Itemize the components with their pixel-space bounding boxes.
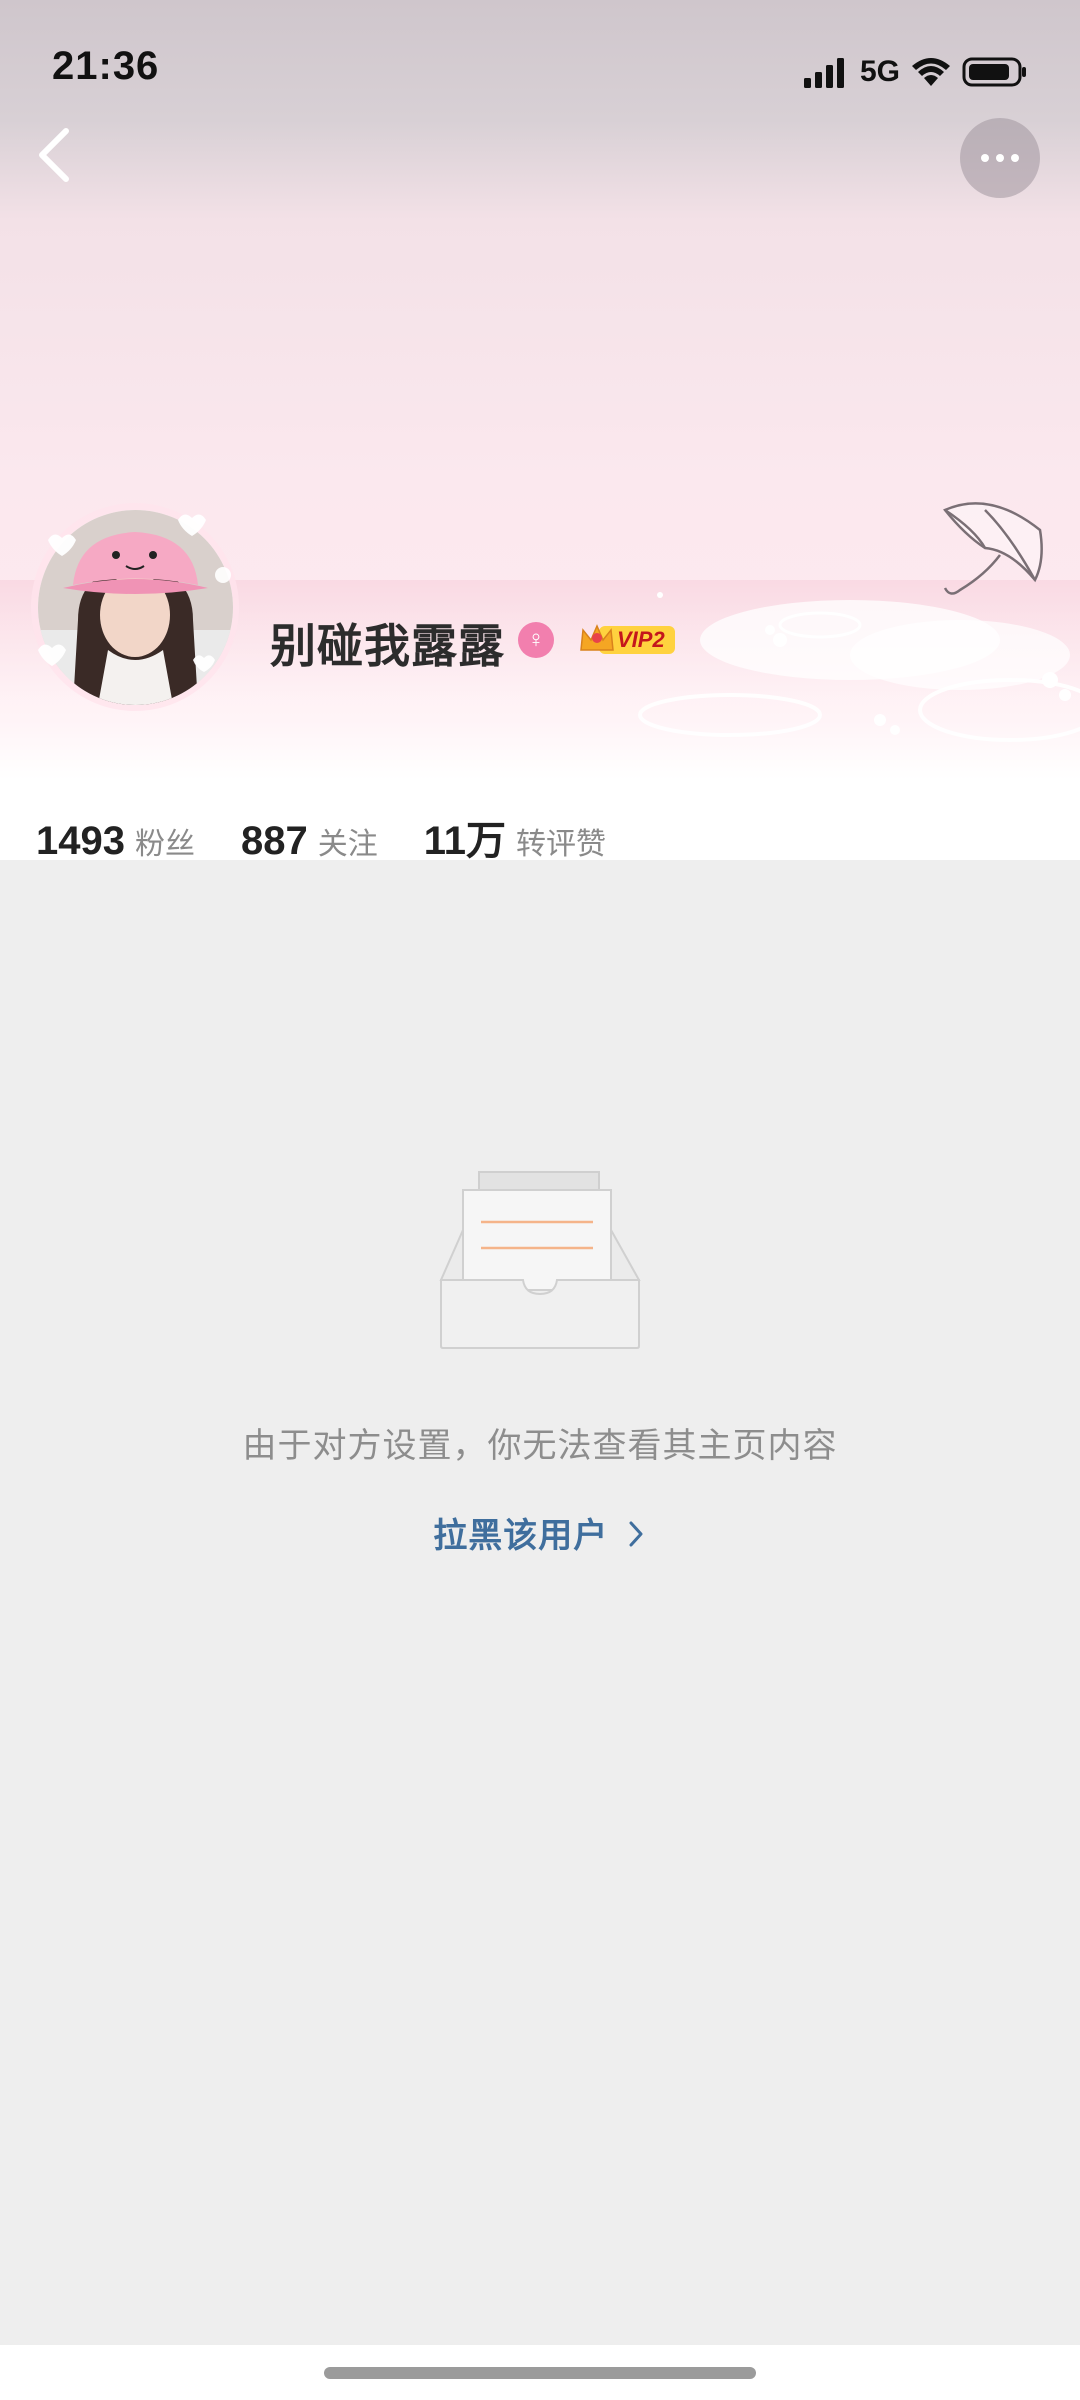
avatar[interactable] <box>28 500 243 715</box>
status-time: 21:36 <box>52 44 160 88</box>
profile-header: 21:36 5G 别碰我露露 ♀ VIP2 1493 粉丝 887 关注 11万… <box>0 0 1080 860</box>
female-icon: ♀ <box>518 622 554 658</box>
following-count[interactable]: 887 <box>241 819 308 860</box>
chevron-left-icon <box>39 128 69 182</box>
likes-label: 转评赞 <box>516 828 607 860</box>
network-label: 5G <box>859 55 900 88</box>
signal-icon <box>803 58 844 88</box>
username: 别碰我露露 <box>270 620 505 672</box>
more-dots-icon <box>981 154 989 162</box>
empty-message: 由于对方设置，你无法查看其主页内容 <box>242 1427 838 1465</box>
status-icons: 5G <box>802 52 1028 92</box>
back-button[interactable] <box>30 125 80 185</box>
battery-icon <box>962 57 1026 87</box>
more-button[interactable] <box>960 118 1040 198</box>
chevron-right-icon <box>629 1521 643 1547</box>
block-user-link[interactable]: 拉黑该用户 <box>0 1508 1080 1557</box>
profile-stats: 1493 粉丝 887 关注 11万 转评赞 <box>36 808 652 860</box>
empty-inbox-icon <box>439 1171 641 1349</box>
followers-label[interactable]: 粉丝 <box>135 819 195 860</box>
block-user-label: 拉黑该用户 <box>433 1517 609 1555</box>
likes-count: 11万 <box>423 819 507 860</box>
following-label[interactable]: 关注 <box>318 819 378 860</box>
wifi-icon <box>912 58 950 86</box>
home-indicator[interactable] <box>324 2367 756 2379</box>
heart-decoration-icon <box>38 514 231 672</box>
status-bar: 21:36 5G <box>0 0 1080 140</box>
vip-level-label: VIP2 <box>617 627 665 652</box>
followers-count[interactable]: 1493 <box>36 819 125 860</box>
vip-badge[interactable]: VIP2 <box>577 620 677 660</box>
